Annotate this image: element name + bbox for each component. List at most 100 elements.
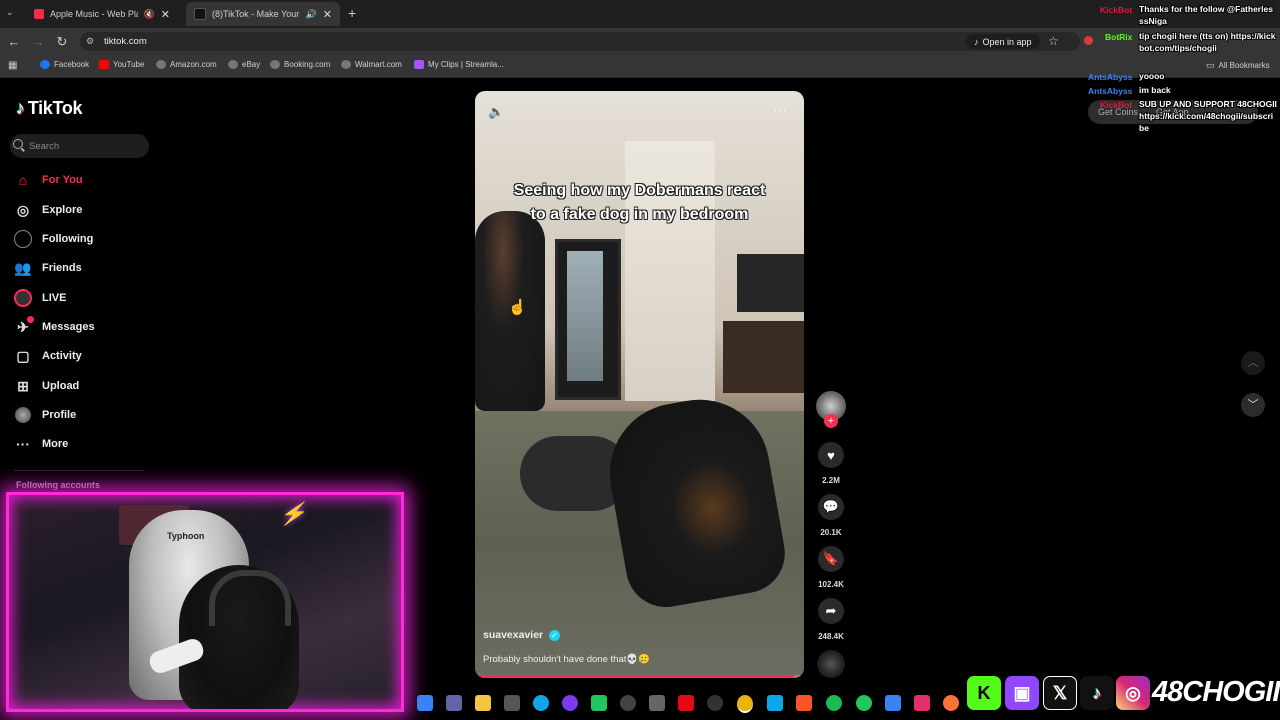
nav-explore[interactable]: ◎ Explore <box>14 198 154 222</box>
extension-icon[interactable] <box>1084 36 1093 45</box>
taskbar-brave-icon[interactable] <box>796 695 812 711</box>
tab-apple-music[interactable]: Apple Music - Web Player 🔇 ✕ <box>26 2 178 26</box>
compass-icon: ◎ <box>16 201 30 218</box>
taskbar-app-icon[interactable] <box>885 695 901 711</box>
open-in-app-button[interactable]: ♪ Open in app <box>966 34 1040 49</box>
all-bookmarks-label: All Bookmarks <box>1218 61 1270 70</box>
back-icon[interactable]: ← <box>6 34 22 49</box>
video-progress-fill <box>475 675 795 678</box>
tab-title: Apple Music - Web Player <box>50 9 138 19</box>
nav-friends[interactable]: 👥 Friends <box>14 256 154 280</box>
hand-cursor-icon: ☝ <box>508 299 527 316</box>
close-tab-icon[interactable]: ✕ <box>323 8 332 21</box>
omnibox[interactable] <box>80 32 1080 51</box>
bookmark-star-icon[interactable]: ☆ <box>1048 34 1059 48</box>
save-button[interactable]: 🔖 <box>818 546 844 572</box>
headset <box>209 570 291 626</box>
bookmark-walmart[interactable]: Walmart.com <box>341 60 402 69</box>
taskbar-chrome-icon[interactable] <box>737 695 753 713</box>
video-progress-bar[interactable] <box>475 675 804 678</box>
taskbar-explorer-icon[interactable] <box>475 695 491 711</box>
forward-icon[interactable]: → <box>30 34 46 49</box>
chat-username: AntsAbyss <box>1088 86 1133 96</box>
taskbar-discord-icon[interactable] <box>562 695 578 711</box>
nav-messages[interactable]: ✈ Messages <box>14 315 154 339</box>
profile-icon <box>14 406 32 424</box>
friends-icon: 👥 <box>14 259 32 276</box>
globe-icon <box>156 60 166 69</box>
taskbar-app-icon[interactable] <box>707 695 723 711</box>
notification-dot <box>27 316 34 323</box>
taskbar-teams-icon[interactable] <box>446 695 462 711</box>
like-button[interactable]: ♥ <box>818 442 844 468</box>
tiktok-logo-text: TikTok <box>27 98 83 118</box>
reload-icon[interactable]: ↻ <box>54 34 70 49</box>
chat-username: KickBot <box>1100 100 1133 110</box>
tiktok-small-icon: ♪ <box>974 36 979 47</box>
globe-icon <box>270 60 280 69</box>
apps-grid-icon[interactable]: ▦ <box>8 60 17 71</box>
bookmark-youtube[interactable]: YouTube <box>99 60 144 69</box>
tab-search-chevron-icon[interactable]: ⌄ <box>6 7 14 18</box>
video-username[interactable]: suavexavier <box>483 629 543 641</box>
close-tab-icon[interactable]: ✕ <box>161 8 170 21</box>
previous-video-button[interactable]: ︿ <box>1241 351 1265 375</box>
facebook-icon <box>40 60 50 69</box>
nav-label: Friends <box>42 262 82 274</box>
bookmark-label: eBay <box>242 60 261 69</box>
nav-for-you[interactable]: ⌂ For You <box>14 168 154 192</box>
share-button[interactable]: ➦ <box>818 598 844 624</box>
nav-following[interactable]: Following <box>14 227 154 251</box>
taskbar-app-icon[interactable] <box>649 695 665 711</box>
music-disc-icon[interactable] <box>817 650 845 678</box>
taskbar-netflix-icon[interactable] <box>678 695 694 711</box>
verified-badge-icon: ✓ <box>549 630 560 641</box>
tab-audio-icon[interactable]: 🔊 <box>306 9 317 20</box>
bookmark-amazon[interactable]: Amazon.com <box>156 60 217 69</box>
bookmark-label: Amazon.com <box>170 60 217 69</box>
taskbar-obs-icon[interactable] <box>620 695 636 711</box>
taskbar-app-icon[interactable] <box>591 695 607 711</box>
x-icon: 𝕏 <box>1043 676 1077 710</box>
video-player[interactable]: Seeing how my Dobermans react to a fake … <box>475 91 804 678</box>
new-tab-button[interactable]: + <box>348 5 356 21</box>
chat-username: KickBot <box>1100 5 1133 15</box>
tab-mute-icon[interactable]: 🔇 <box>144 9 155 20</box>
messages-icon: ✈ <box>14 316 34 336</box>
kick-icon: K <box>967 676 1001 710</box>
taskbar-store-icon[interactable] <box>504 695 520 711</box>
bookmark-booking[interactable]: Booking.com <box>270 60 330 69</box>
nav-more[interactable]: ··· More <box>14 432 154 456</box>
nav-live[interactable]: LIVE <box>14 286 154 310</box>
volume-icon[interactable]: 🔈 <box>488 104 504 120</box>
taskbar-app-icon[interactable] <box>856 695 872 711</box>
taskbar-tiktok-icon[interactable] <box>914 695 930 711</box>
search-input[interactable] <box>29 138 144 154</box>
more-options-icon[interactable]: ··· <box>773 101 787 117</box>
bookmark-facebook[interactable]: Facebook <box>40 60 89 69</box>
taskbar-edge-icon[interactable] <box>533 695 549 711</box>
home-icon: ⌂ <box>18 172 28 188</box>
video-description: Probably shouldn't have done that💀🥲 <box>483 654 651 665</box>
tiktok-logo[interactable]: ♪ TikTok <box>16 98 83 119</box>
bookmark-ebay[interactable]: eBay <box>228 60 260 69</box>
follow-plus-icon[interactable]: + <box>824 414 838 428</box>
nav-profile[interactable]: Profile <box>14 403 154 427</box>
globe-icon <box>228 60 238 69</box>
nav-upload[interactable]: ⊞ Upload <box>14 374 154 398</box>
taskbar-spotify-icon[interactable] <box>826 695 842 711</box>
video-caption-overlay: Seeing how my Dobermans react to a fake … <box>475 179 804 227</box>
chat-message: yoooo <box>1139 71 1165 81</box>
nav-activity[interactable]: ▢ Activity <box>14 344 154 368</box>
url-text[interactable]: tiktok.com <box>104 36 147 47</box>
taskbar-copilot-icon[interactable] <box>417 695 433 711</box>
tab-tiktok[interactable]: (8)TikTok - Make Your Day 🔊 ✕ <box>186 2 340 26</box>
next-video-button[interactable]: ﹀ <box>1241 393 1265 417</box>
taskbar-firefox-icon[interactable] <box>943 695 959 711</box>
following-icon <box>14 230 32 248</box>
taskbar-app-icon[interactable] <box>767 695 783 711</box>
comment-button[interactable]: 💬 <box>818 494 844 520</box>
upload-icon: ⊞ <box>17 377 29 394</box>
site-info-icon[interactable]: ⚙ <box>86 36 94 47</box>
bookmark-streamladder[interactable]: My Clips | Streamla... <box>414 60 504 69</box>
